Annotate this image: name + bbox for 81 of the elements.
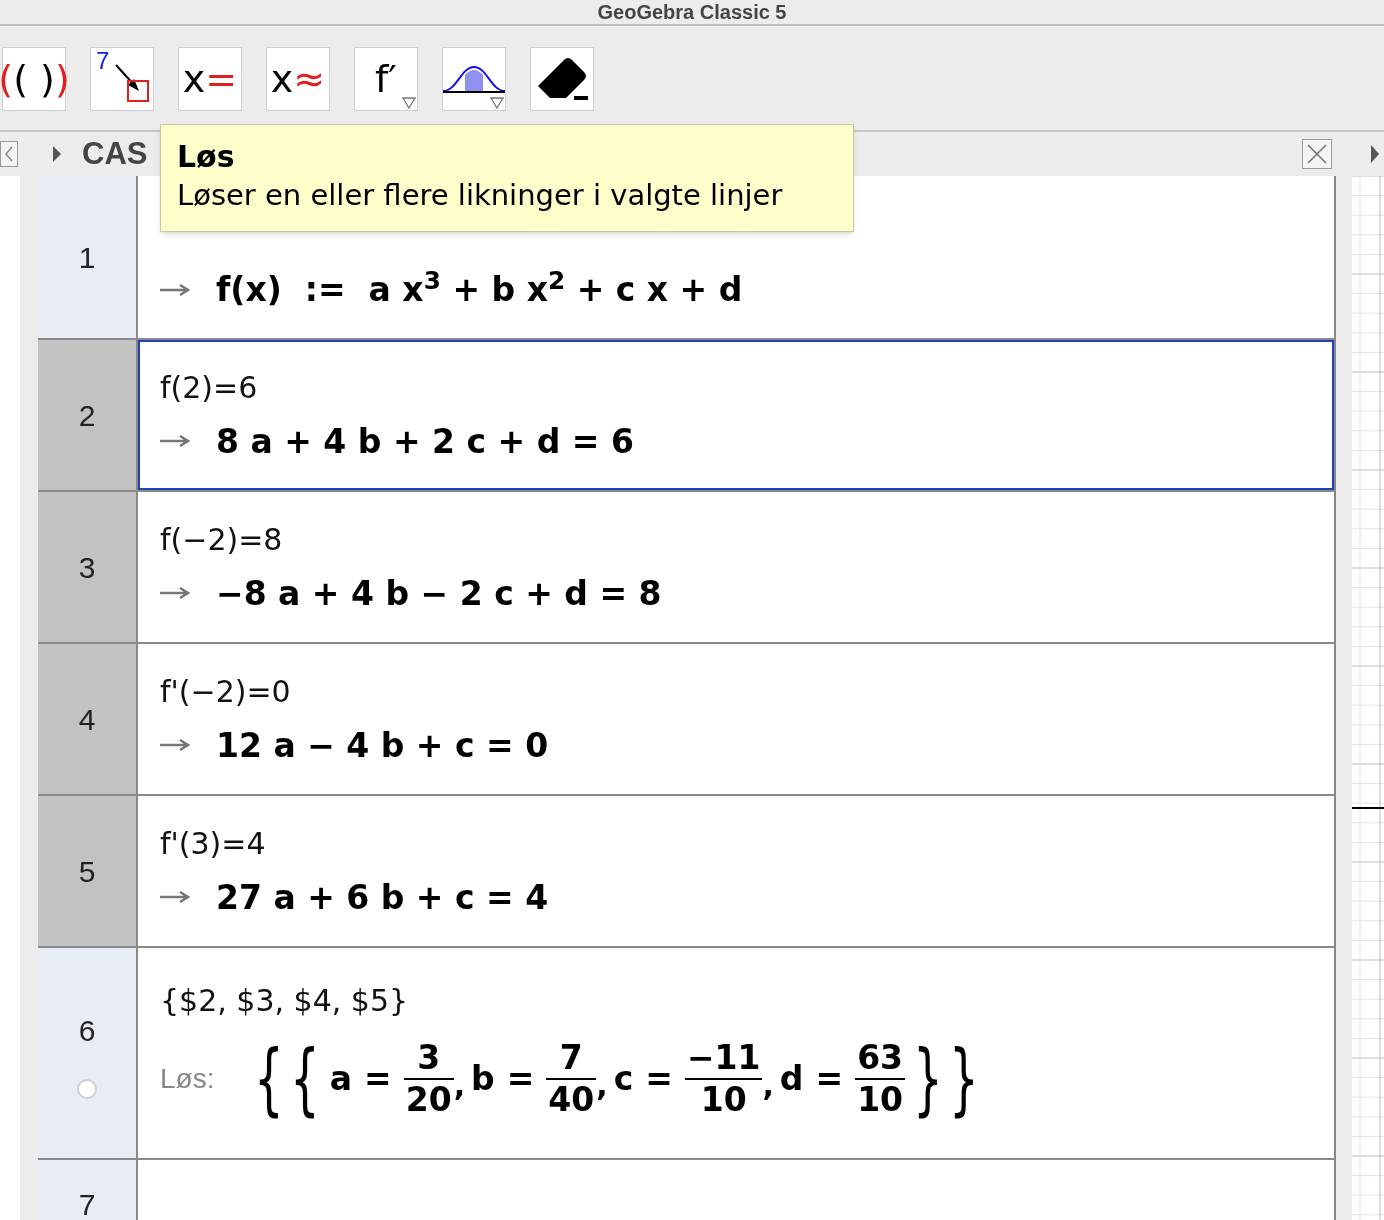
output-expression: 8 a + 4 b + 2 c + d = 6 <box>216 424 634 458</box>
tool-label: x= <box>182 60 238 98</box>
equals-sign: = <box>815 1058 844 1101</box>
panel-title: CAS <box>82 134 148 173</box>
tool-label: 7 <box>96 49 110 73</box>
expand-triangle-icon[interactable] <box>1370 144 1380 164</box>
close-button[interactable] <box>1302 139 1332 169</box>
cas-cell[interactable]: f'(3)=4 27 a + 6 b + c = 4 <box>138 796 1334 946</box>
arrow-icon <box>160 587 190 599</box>
solve-label: Løs: <box>160 1062 215 1096</box>
arrow-icon <box>160 891 190 903</box>
row-header[interactable]: 4 <box>38 644 138 794</box>
comma: , <box>596 1066 608 1105</box>
fraction-numerator: −11 <box>685 1038 762 1078</box>
collapse-icon[interactable] <box>0 141 18 167</box>
row-number: 2 <box>78 397 96 434</box>
open-brace: { <box>254 1040 285 1118</box>
fraction-denominator: 10 <box>856 1080 905 1120</box>
comma: , <box>762 1066 774 1105</box>
variable-name: d <box>779 1058 804 1101</box>
row-header[interactable]: 3 <box>38 492 138 642</box>
cas-cell[interactable]: f'(−2)=0 12 a − 4 b + c = 0 <box>138 644 1334 794</box>
arrow-icon <box>160 283 190 296</box>
input-field[interactable]: f(2)=6 <box>160 372 1332 403</box>
output-expression: −8 a + 4 b − 2 c + d = 8 <box>216 576 662 610</box>
tool-button[interactable]: x≈ <box>266 47 330 111</box>
comma: , <box>453 1066 466 1105</box>
fraction-denominator: 40 <box>547 1080 596 1120</box>
tool-button[interactable]: x= <box>178 47 242 111</box>
arrow-icon <box>160 435 190 447</box>
equals-sign: = <box>645 1058 673 1101</box>
tool-label: f′ <box>375 60 397 98</box>
equals-sign: = <box>506 1058 535 1101</box>
tool-label: x≈ <box>270 60 326 98</box>
fraction-numerator: 63 <box>856 1038 905 1078</box>
row-number: 5 <box>78 853 96 890</box>
row-header[interactable]: 1 <box>38 176 138 338</box>
tooltip-text: Løser en eller flere likninger i valgte linjer <box>177 177 784 213</box>
window-title: GeoGebra Classic 5 <box>597 0 787 24</box>
row-header[interactable]: 6 <box>38 948 138 1158</box>
row-header[interactable]: 7 <box>38 1160 138 1220</box>
arrow-icon <box>160 739 190 751</box>
input-field[interactable]: f'(−2)=0 <box>160 676 1332 707</box>
row-number: 3 <box>78 549 96 586</box>
tool-button[interactable] <box>442 47 506 111</box>
fraction-numerator: 3 <box>416 1038 442 1078</box>
input-field[interactable]: f'(3)=4 <box>160 828 1332 859</box>
open-brace: { <box>290 1040 320 1118</box>
tool-button[interactable]: (( )) <box>2 47 66 111</box>
cas-cell[interactable]: f(2)=6 8 a + 4 b + 2 c + d = 6 <box>138 340 1334 490</box>
bell-curve-icon <box>443 63 505 95</box>
dropdown-triangle-icon <box>490 97 504 109</box>
close-brace: } <box>913 1040 943 1118</box>
input-field[interactable]: f(−2)=8 <box>160 524 1332 555</box>
variable-name: c <box>613 1058 634 1101</box>
arrow-to-square-icon <box>114 63 150 105</box>
row-number: 6 <box>78 1012 96 1049</box>
variable-name: a <box>329 1058 353 1101</box>
close-brace: } <box>948 1040 979 1118</box>
row-header[interactable]: 5 <box>38 796 138 946</box>
output-expression: 12 a − 4 b + c = 0 <box>216 728 549 762</box>
row-number: 1 <box>78 239 96 276</box>
variable-name: b <box>471 1058 495 1101</box>
equals-sign: = <box>364 1058 392 1101</box>
tool-button[interactable]: f′ <box>354 47 418 111</box>
tool-button[interactable] <box>530 47 594 111</box>
output-expression: 27 a + 6 b + c = 4 <box>216 880 549 914</box>
row-number: 7 <box>78 1187 96 1220</box>
visibility-toggle[interactable] <box>77 1078 97 1099</box>
output-expression: f(x) := a x$^{3}$ + b x$^{2}$ + c x + d <box>216 273 743 306</box>
fraction-numerator: 7 <box>558 1038 584 1078</box>
fraction-denominator: 20 <box>404 1080 453 1120</box>
dropdown-triangle-icon <box>402 97 416 109</box>
cas-cell[interactable]: f(−2)=8 −8 a + 4 b − 2 c + d = 8 <box>138 492 1334 642</box>
input-field[interactable]: {$2, $3, $4, $5} <box>160 986 1332 1016</box>
expand-triangle-icon[interactable] <box>52 145 62 163</box>
row-number: 4 <box>78 701 96 738</box>
tooltip-title: Løs <box>177 139 236 175</box>
fraction-denominator: 10 <box>699 1080 748 1120</box>
tool-button[interactable]: 7 <box>90 47 154 111</box>
row-header[interactable]: 2 <box>38 340 138 490</box>
